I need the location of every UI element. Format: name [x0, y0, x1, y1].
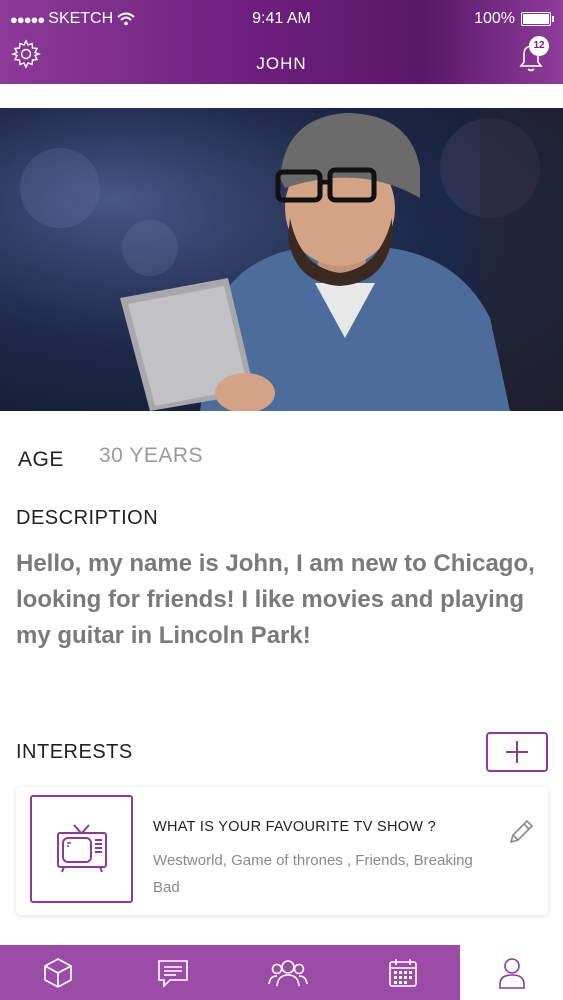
- profile-icon: [498, 957, 525, 989]
- interest-question: WHAT IS YOUR FAVOURITE TV SHOW ?: [153, 819, 436, 835]
- interests-label: INTERESTS: [16, 741, 133, 763]
- notification-badge: 12: [529, 36, 549, 56]
- battery-icon: [521, 12, 554, 26]
- bottom-tab-bar: [0, 945, 563, 1000]
- tab-profile[interactable]: [460, 945, 563, 1000]
- description-label: DESCRIPTION: [16, 507, 159, 529]
- tab-explore[interactable]: [0, 945, 115, 1000]
- tab-messages[interactable]: [115, 945, 230, 1000]
- cube-icon: [43, 957, 72, 988]
- battery-info: 100%: [474, 10, 554, 28]
- interest-icon-box: [30, 795, 133, 903]
- interest-answer: Westworld, Game of thrones , Friends, Br…: [153, 852, 473, 896]
- chat-icon: [157, 959, 188, 988]
- age-value: 30 YEARS: [99, 444, 204, 467]
- edit-pencil-icon[interactable]: [506, 817, 536, 847]
- plus-icon: [506, 741, 528, 763]
- interest-card[interactable]: WHAT IS YOUR FAVOURITE TV SHOW ? Westwor…: [16, 787, 548, 915]
- tab-friends[interactable]: [230, 945, 345, 1000]
- app-header: ●●●●● SKETCH 9:41 AM 100% JOHN 12: [0, 0, 563, 84]
- status-bar: ●●●●● SKETCH 9:41 AM 100%: [0, 0, 563, 40]
- profile-photo-carousel[interactable]: [0, 108, 563, 411]
- tab-events[interactable]: [345, 945, 460, 1000]
- age-label: AGE: [18, 448, 64, 471]
- page-title: JOHN: [256, 54, 307, 73]
- description-text: Hello, my name is John, I am new to Chic…: [16, 550, 535, 649]
- profile-photo: [0, 108, 563, 411]
- battery-percent: 100%: [474, 10, 515, 27]
- add-interest-button[interactable]: [486, 732, 548, 772]
- calendar-icon: [388, 958, 417, 987]
- tv-icon: [56, 824, 107, 873]
- group-icon: [267, 959, 308, 986]
